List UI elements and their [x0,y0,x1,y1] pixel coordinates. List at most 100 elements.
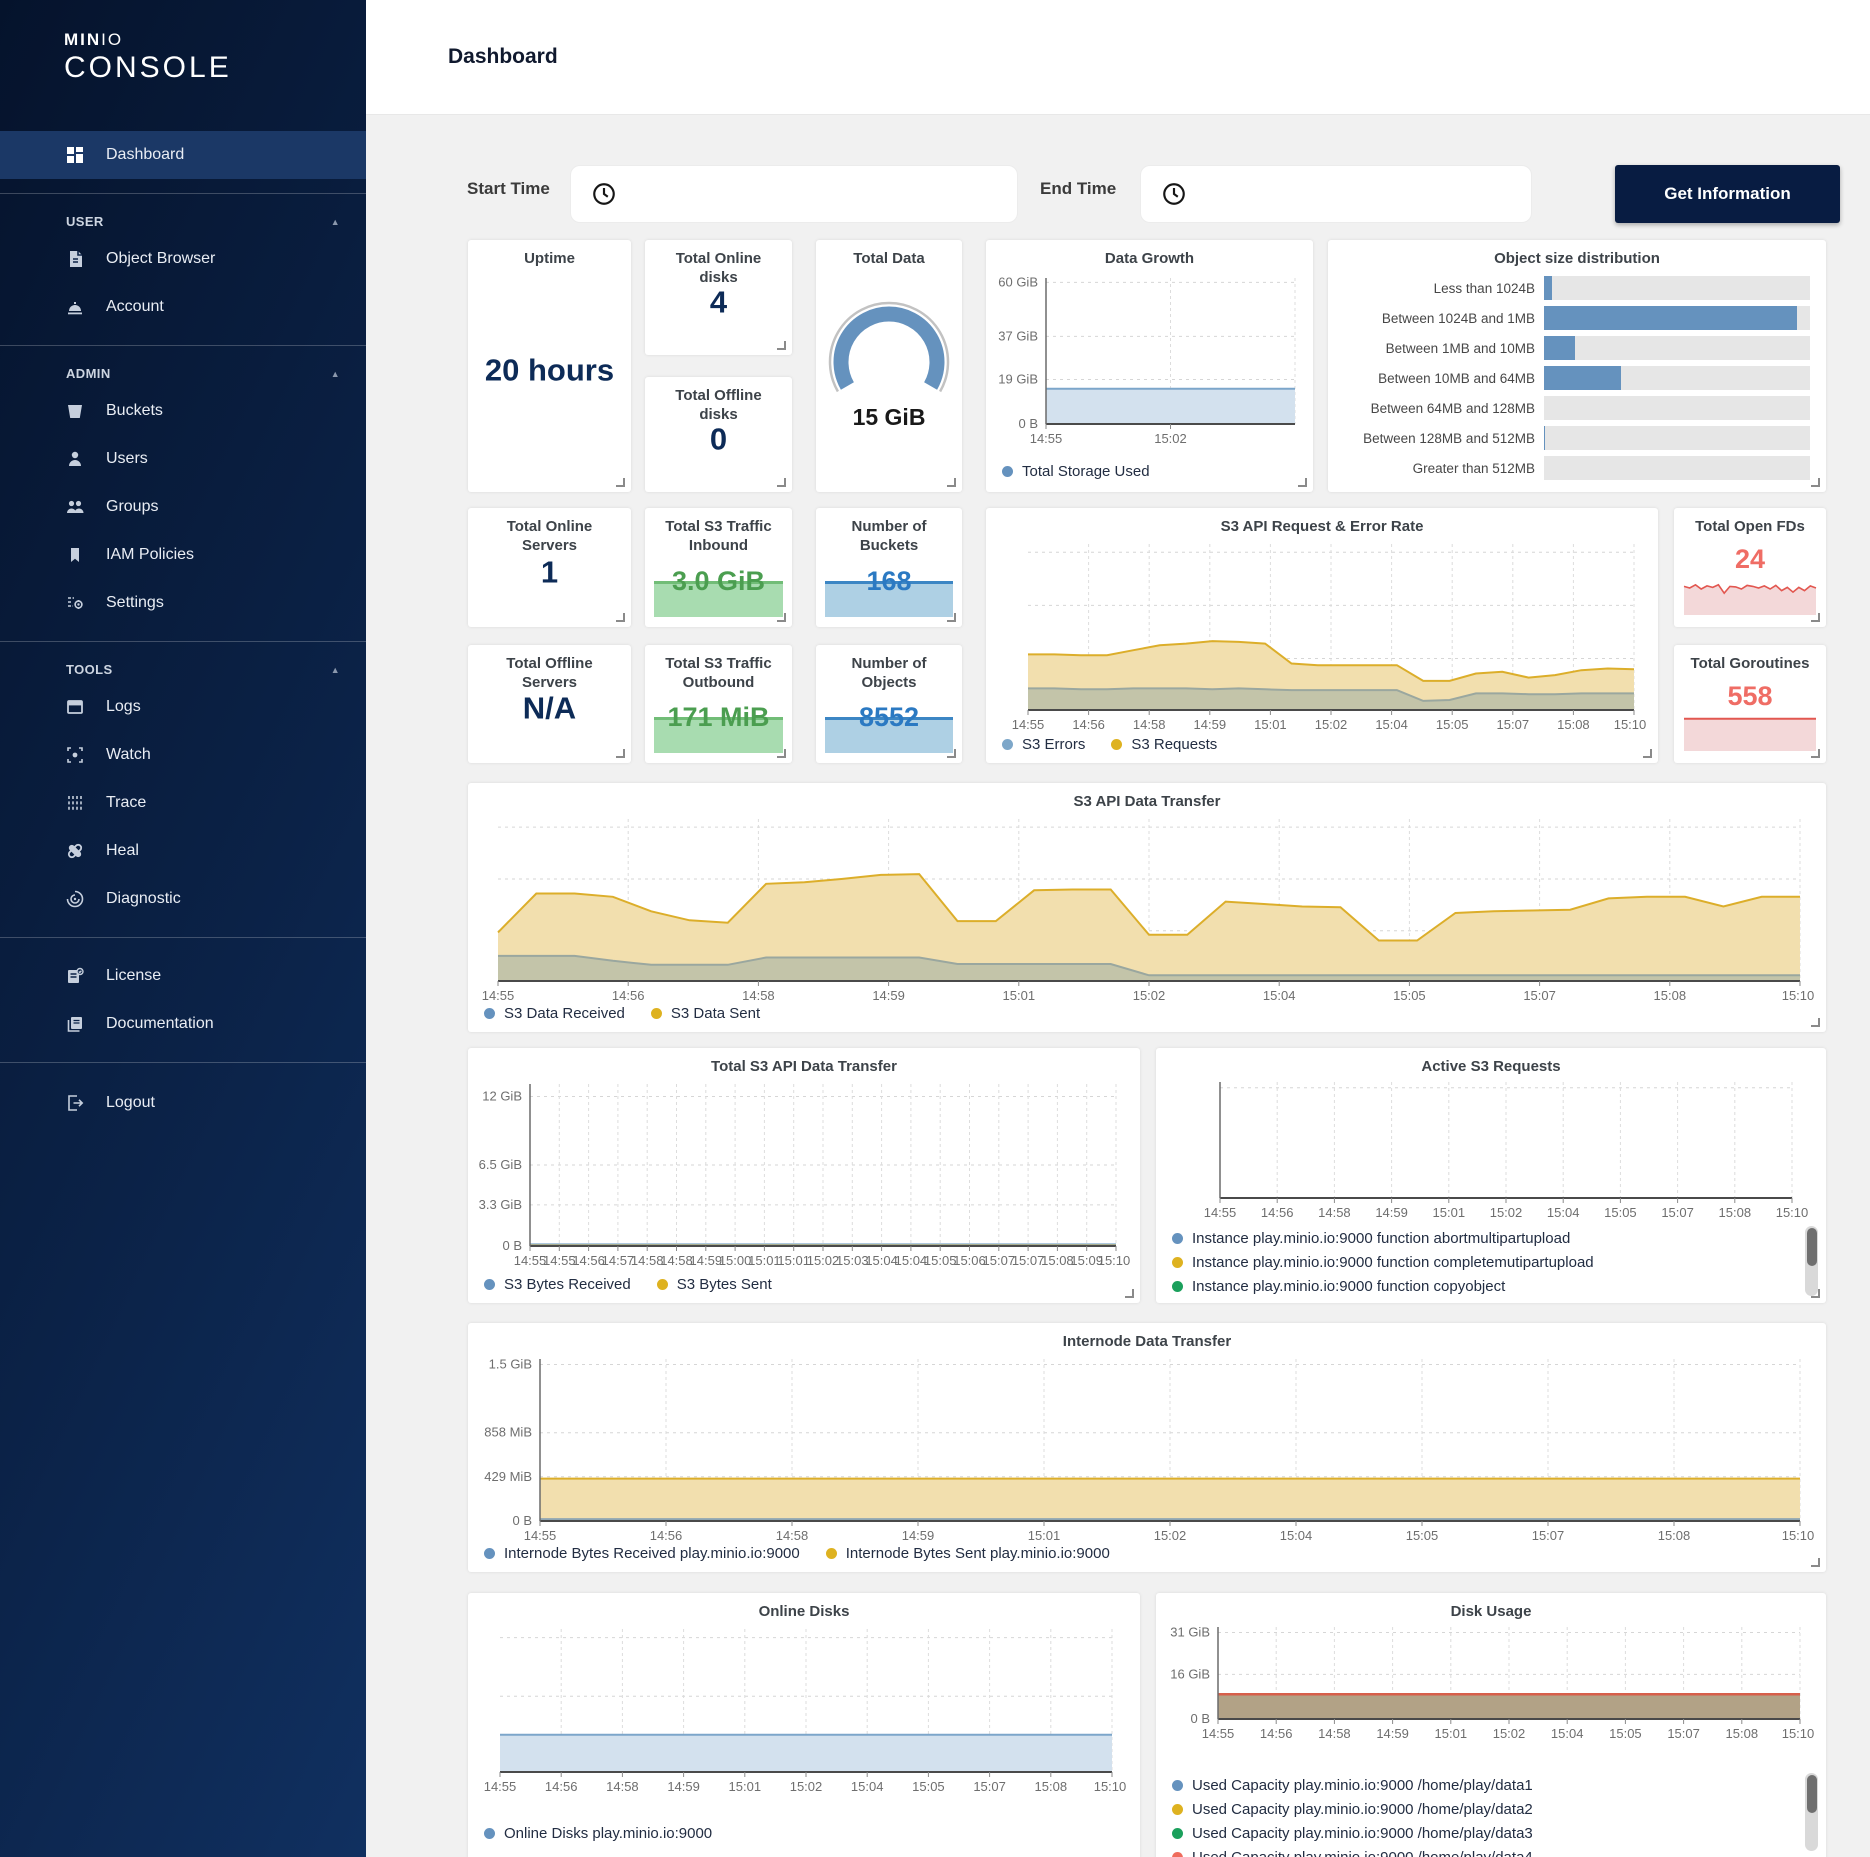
svg-text:14:59: 14:59 [902,1528,935,1543]
svg-text:14:56: 14:56 [1260,1726,1293,1741]
sidebar-item-documentation[interactable]: Documentation [0,1000,366,1048]
resize-grip[interactable] [1298,478,1307,487]
resize-grip[interactable] [777,341,786,350]
resize-grip[interactable] [777,613,786,622]
resize-grip[interactable] [1811,749,1820,758]
start-time-label: Start Time [467,179,550,199]
collapse-arrow-icon[interactable]: ▲ [331,369,340,379]
sidebar-item-iam-policies[interactable]: IAM Policies [0,531,366,579]
chart-title: Object size distribution [1328,249,1826,268]
chart-title: Total S3 API Data Transfer [468,1057,1140,1076]
end-time-input[interactable] [1140,165,1532,223]
chart-legend: Online Disks play.minio.io:9000 [484,1825,712,1842]
resize-grip[interactable] [777,749,786,758]
sidebar-item-groups[interactable]: Groups [0,483,366,531]
svg-text:15:05: 15:05 [1604,1205,1637,1220]
offline-disks-value: 0 [645,421,792,457]
legend-dot [826,1548,837,1559]
disk-usage-card: Disk Usage 31 GiB16 GiB0 B14:5514:5614:5… [1156,1593,1826,1857]
scrollbar-thumb[interactable] [1807,1775,1817,1813]
sidebar-item-account[interactable]: Account [0,283,366,331]
resize-grip[interactable] [616,749,625,758]
sidebar-item-logs[interactable]: Logs [0,683,366,731]
collapse-arrow-icon[interactable]: ▲ [331,665,340,675]
svg-text:15:04: 15:04 [895,1253,928,1268]
resize-grip[interactable] [1643,749,1652,758]
sidebar-item-settings[interactable]: Settings [0,579,366,627]
resize-grip[interactable] [947,749,956,758]
legend-scrollbar[interactable] [1805,1773,1818,1851]
resize-grip[interactable] [1811,478,1820,487]
chart-legend: S3 Bytes Received S3 Bytes Sent [484,1276,772,1293]
start-time-input[interactable] [570,165,1018,223]
outbound-value: 171 MiB [645,702,792,733]
svg-text:14:58: 14:58 [660,1253,693,1268]
resize-grip[interactable] [616,478,625,487]
sidebar-item-logout[interactable]: Logout [0,1079,366,1127]
card-title: Total Goroutines [1674,654,1826,673]
end-time-label: End Time [1040,179,1116,199]
object-size-bar [1544,366,1621,390]
sidebar-item-dashboard[interactable]: Dashboard [0,131,366,179]
object-size-track [1544,426,1810,450]
resize-grip[interactable] [616,613,625,622]
svg-text:14:58: 14:58 [1133,717,1166,732]
sidebar-item-watch[interactable]: Watch [0,731,366,779]
resize-grip[interactable] [777,478,786,487]
sidebar-item-license[interactable]: License [0,952,366,1000]
resize-grip[interactable] [1811,613,1820,622]
sidebar-item-label: Users [106,450,148,468]
legend-item: Online Disks play.minio.io:9000 [484,1825,712,1842]
section-label: ADMIN [66,366,111,381]
svg-text:15:02: 15:02 [807,1253,840,1268]
svg-text:0 B: 0 B [512,1513,532,1528]
section-admin: ADMIN ▲ [0,346,366,387]
svg-text:14:58: 14:58 [1318,1726,1351,1741]
sidebar-item-buckets[interactable]: Buckets [0,387,366,435]
sidebar-item-trace[interactable]: Trace [0,779,366,827]
minio-console-app: MINIO CONSOLE Dashboard USER ▲ Object Br… [0,0,1870,1857]
svg-text:15:10: 15:10 [1094,1779,1127,1794]
resize-grip[interactable] [1811,1018,1820,1027]
resize-grip[interactable] [947,478,956,487]
sidebar-item-heal[interactable]: Heal [0,827,366,875]
inbound-value: 3.0 GiB [645,566,792,597]
sidebar-item-users[interactable]: Users [0,435,366,483]
section-label: USER [66,214,104,229]
svg-text:15:08: 15:08 [1726,1726,1759,1741]
chart-title: Internode Data Transfer [468,1332,1826,1351]
object-size-bar [1544,276,1552,300]
collapse-arrow-icon[interactable]: ▲ [331,217,340,227]
svg-text:14:55: 14:55 [543,1253,576,1268]
sidebar-item-diagnostic[interactable]: Diagnostic [0,875,366,923]
svg-text:15:08: 15:08 [1719,1205,1752,1220]
section-user: USER ▲ [0,194,366,235]
svg-text:14:58: 14:58 [606,1779,639,1794]
svg-text:15:04: 15:04 [1375,717,1408,732]
legend-dot [1172,1257,1183,1268]
resize-grip[interactable] [1811,1289,1820,1298]
get-information-button[interactable]: Get Information [1615,165,1840,223]
svg-text:0 B: 0 B [502,1238,522,1253]
svg-text:15:07: 15:07 [983,1253,1016,1268]
svg-text:15:04: 15:04 [1547,1205,1580,1220]
sidebar-item-object-browser[interactable]: Object Browser [0,235,366,283]
svg-text:15:00: 15:00 [719,1253,752,1268]
sidebar-item-label: IAM Policies [106,546,194,564]
legend-scrollbar[interactable] [1805,1226,1818,1296]
svg-text:16 GiB: 16 GiB [1170,1666,1210,1681]
object-size-track [1544,276,1810,300]
resize-grip[interactable] [1125,1289,1134,1298]
object-size-track [1544,336,1810,360]
object-size-bars: Less than 1024BBetween 1024B and 1MBBetw… [1348,276,1810,486]
resize-grip[interactable] [1811,1558,1820,1567]
uptime-card: Uptime 20 hours [468,240,631,492]
user-icon [64,448,86,470]
scrollbar-thumb[interactable] [1807,1228,1817,1266]
card-title: Total Data [816,249,962,268]
resize-grip[interactable] [947,613,956,622]
objects-value: 8552 [816,702,962,733]
svg-text:15:02: 15:02 [790,1779,823,1794]
svg-text:15:05: 15:05 [912,1779,945,1794]
svg-text:15:08: 15:08 [1654,988,1687,1003]
